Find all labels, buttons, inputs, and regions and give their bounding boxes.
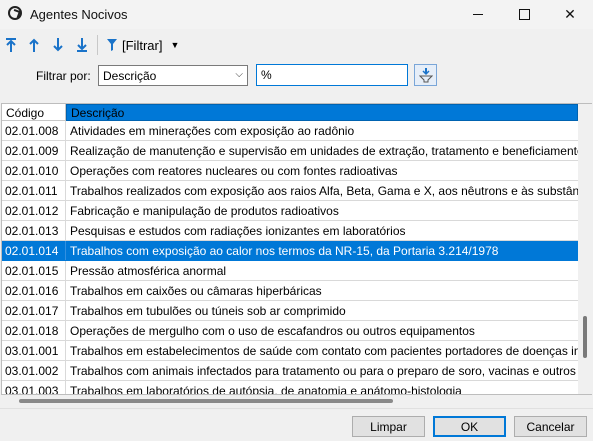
minimize-icon <box>473 14 483 15</box>
maximize-button[interactable] <box>501 0 547 29</box>
toolbar: [Filtrar] ▼ <box>0 29 593 61</box>
cell-code: 02.01.013 <box>2 221 66 240</box>
filter-field-select[interactable]: Descrição ⌵ <box>98 65 248 86</box>
move-first-icon <box>6 38 16 52</box>
ok-button[interactable]: OK <box>433 416 506 437</box>
close-button[interactable]: ✕ <box>547 0 593 29</box>
cell-code: 02.01.015 <box>2 261 66 280</box>
cell-description: Realização de manutenção e supervisão em… <box>70 144 578 158</box>
filter-button-label: [Filtrar] <box>122 37 163 53</box>
table-row[interactable]: 02.01.014 Trabalhos com exposição ao calo… <box>2 241 578 261</box>
footer-divider <box>0 408 593 409</box>
move-up-icon <box>29 38 39 52</box>
filter-field-value: Descrição <box>103 69 157 83</box>
table-header: Código Descrição <box>2 104 578 121</box>
vertical-scroll-thumb[interactable] <box>583 316 587 358</box>
cell-description: Trabalhos em laboratórios de autópsia, d… <box>70 384 462 395</box>
table-row[interactable]: 03.01.003 Trabalhos em laboratórios de au… <box>2 381 578 395</box>
clear-button[interactable]: Limpar <box>352 416 425 437</box>
move-last-icon <box>77 38 87 52</box>
cell-code: 02.01.016 <box>2 281 66 300</box>
table-row[interactable]: 03.01.001 Trabalhos em estabelecimentos d… <box>2 341 578 361</box>
table-row[interactable]: 02.01.017 Trabalhos em tubulões ou túneis… <box>2 301 578 321</box>
cell-description: Trabalhos com exposição ao calor nos ter… <box>70 244 499 258</box>
cell-code: 03.01.001 <box>2 341 66 360</box>
cell-description: Trabalhos em tubulões ou túneis sob ar c… <box>70 304 346 318</box>
cell-code: 02.01.010 <box>2 161 66 180</box>
cell-description: Trabalhos em caixões ou câmaras hiperbár… <box>70 284 322 298</box>
maximize-icon <box>518 9 530 20</box>
filter-dropdown-button[interactable]: [Filtrar] ▼ <box>106 35 179 55</box>
filter-icon <box>107 39 117 51</box>
cell-description: Atividades em minerações com exposição a… <box>70 124 355 138</box>
cell-code: 02.01.012 <box>2 201 66 220</box>
cell-code: 03.01.002 <box>2 361 66 380</box>
table-row[interactable]: 02.01.009 Realização de manutenção e supe… <box>2 141 578 161</box>
cell-code: 02.01.011 <box>2 181 66 200</box>
chevron-down-icon: ⌵ <box>235 69 243 80</box>
cell-description: Trabalhos em estabelecimentos de saúde c… <box>70 344 578 358</box>
column-header-description[interactable]: Descrição <box>66 104 578 121</box>
minimize-button[interactable] <box>455 0 501 29</box>
table-row[interactable]: 02.01.011 Trabalhos realizados com exposi… <box>2 181 578 201</box>
vertical-scrollbar[interactable] <box>578 103 592 395</box>
table-row[interactable]: 02.01.016 Trabalhos em caixões ou câmaras… <box>2 281 578 301</box>
apply-filter-button[interactable] <box>414 64 437 86</box>
cell-description: Pressão atmosférica anormal <box>70 264 227 278</box>
title-bar: Agentes Nocivos ✕ <box>0 0 593 29</box>
table-row[interactable]: 02.01.008 Atividades em minerações com ex… <box>2 121 578 141</box>
move-first-button[interactable] <box>1 35 21 55</box>
cell-description: Trabalhos realizados com exposição aos r… <box>70 184 578 198</box>
table-row[interactable]: 02.01.010 Operações com reatores nucleare… <box>2 161 578 181</box>
toolbar-separator <box>97 35 98 55</box>
window-title: Agentes Nocivos <box>30 7 128 22</box>
cell-description: Trabalhos com animais infectados para tr… <box>70 364 578 378</box>
cell-description: Operações de mergulho com o uso de escaf… <box>70 324 475 338</box>
close-icon: ✕ <box>564 6 576 22</box>
cell-description: Pesquisas e estudos com radiações ioniza… <box>70 224 406 238</box>
table-row[interactable]: 02.01.013 Pesquisas e estudos com radiaçõ… <box>2 221 578 241</box>
move-last-button[interactable] <box>72 35 92 55</box>
table-row[interactable]: 02.01.018 Operações de mergulho com o uso… <box>2 321 578 341</box>
table-row[interactable]: 03.01.002 Trabalhos com animais infectado… <box>2 361 578 381</box>
scrollbar-corner <box>578 395 592 407</box>
apply-filter-icon <box>418 68 433 83</box>
cell-code: 02.01.014 <box>2 241 66 260</box>
agents-table: Código Descrição 02.01.008 Atividades em … <box>1 103 578 395</box>
cell-code: 02.01.009 <box>2 141 66 160</box>
table-row[interactable]: 02.01.015 Pressão atmosférica anormal <box>2 261 578 281</box>
filter-row: Filtrar por: Descrição ⌵ % <box>0 63 593 89</box>
app-icon <box>8 6 22 20</box>
table-row[interactable]: 02.01.012 Fabricação e manipulação de pro… <box>2 201 578 221</box>
column-header-code[interactable]: Código <box>2 104 66 121</box>
cell-code: 02.01.008 <box>2 121 66 140</box>
cancel-button[interactable]: Cancelar <box>514 416 587 437</box>
horizontal-scrollbar[interactable] <box>1 395 578 407</box>
move-up-button[interactable] <box>24 35 44 55</box>
move-down-button[interactable] <box>48 35 68 55</box>
filter-text-input[interactable]: % <box>256 64 408 86</box>
horizontal-scroll-thumb[interactable] <box>19 399 393 403</box>
cell-description: Operações com reatores nucleares ou com … <box>70 164 398 178</box>
chevron-down-icon: ▼ <box>170 40 180 50</box>
cell-description: Fabricação e manipulação de produtos rad… <box>70 204 339 218</box>
cell-code: 02.01.018 <box>2 321 66 340</box>
cell-code: 03.01.003 <box>2 381 66 394</box>
cell-code: 02.01.017 <box>2 301 66 320</box>
filter-by-label: Filtrar por: <box>36 69 91 83</box>
move-down-icon <box>53 38 63 52</box>
